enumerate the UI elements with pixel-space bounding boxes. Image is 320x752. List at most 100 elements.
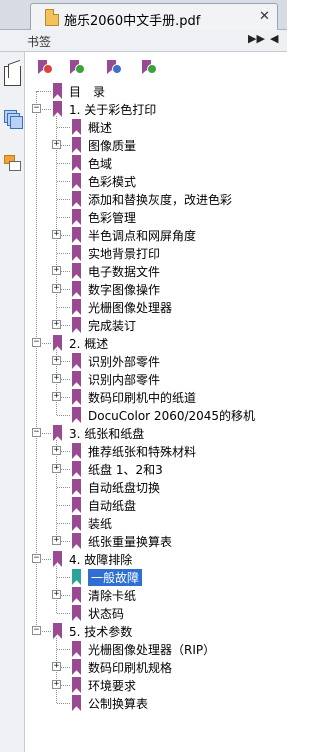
expand-node-icon[interactable]: + bbox=[52, 140, 61, 149]
bookmark-item[interactable]: 一般故障 bbox=[25, 568, 287, 586]
bookmark-item[interactable]: + 完成装订 bbox=[25, 316, 287, 334]
bookmark-label[interactable]: 识别内部零件 bbox=[88, 371, 160, 388]
bookmark-item[interactable]: 状态码 bbox=[25, 604, 287, 622]
bookmark-item[interactable]: − 3. 纸张和纸盘 bbox=[25, 424, 287, 442]
delete-bookmark-icon[interactable] bbox=[38, 60, 54, 76]
bookmark-label[interactable]: 目 录 bbox=[69, 83, 105, 100]
bookmark-item[interactable]: + 纸盘 1、2和3 bbox=[25, 460, 287, 478]
expand-panel-icon[interactable]: ▶▶ bbox=[248, 32, 265, 45]
expand-node-icon[interactable]: + bbox=[52, 446, 61, 455]
bookmark-label[interactable]: 纸张重量换算表 bbox=[88, 533, 172, 550]
bookmark-label[interactable]: 完成装订 bbox=[88, 317, 136, 334]
bookmark-label[interactable]: 自动纸盘切换 bbox=[88, 479, 160, 496]
close-tab-icon[interactable]: ✕ bbox=[259, 9, 270, 24]
bookmark-label[interactable]: 图像质量 bbox=[88, 137, 136, 154]
bookmark-item[interactable]: 自动纸盘切换 bbox=[25, 478, 287, 496]
bookmark-item[interactable]: 概述 bbox=[25, 118, 287, 136]
bookmark-item[interactable]: + 电子数据文件 bbox=[25, 262, 287, 280]
collapse-node-icon[interactable]: − bbox=[32, 626, 41, 635]
bookmark-item[interactable]: + 半色调点和网屏角度 bbox=[25, 226, 287, 244]
bookmark-item[interactable]: 色域 bbox=[25, 154, 287, 172]
bookmark-item[interactable]: + 数码印刷机规格 bbox=[25, 658, 287, 676]
bookmark-label[interactable]: 实地背景打印 bbox=[88, 245, 160, 262]
bookmark-label[interactable]: 识别外部零件 bbox=[88, 353, 160, 370]
bookmark-item[interactable]: + 数码印刷机中的纸道 bbox=[25, 388, 287, 406]
bookmark-item[interactable]: − 4. 故障排除 bbox=[25, 550, 287, 568]
bookmark-label[interactable]: 添加和替换灰度，改进色彩 bbox=[88, 191, 232, 208]
bookmark-item[interactable]: − 1. 关于彩色打印 bbox=[25, 100, 287, 118]
expand-node-icon[interactable]: + bbox=[52, 590, 61, 599]
bookmark-label[interactable]: 状态码 bbox=[88, 605, 124, 622]
bookmark-label[interactable]: 纸盘 1、2和3 bbox=[88, 461, 163, 478]
bookmark-item[interactable]: 色彩管理 bbox=[25, 208, 287, 226]
bookmark-item[interactable]: 光栅图像处理器 bbox=[25, 298, 287, 316]
bookmark-label[interactable]: 色彩模式 bbox=[88, 173, 136, 190]
bookmark-item[interactable]: + 识别内部零件 bbox=[25, 370, 287, 388]
bookmark-label[interactable]: 4. 故障排除 bbox=[69, 551, 132, 568]
bookmark-label[interactable]: 光栅图像处理器（RIP） bbox=[88, 641, 215, 658]
expand-node-icon[interactable]: + bbox=[52, 356, 61, 365]
bookmark-item[interactable]: 目 录 bbox=[25, 82, 287, 100]
bookmark-item[interactable]: + 推荐纸张和特殊材料 bbox=[25, 442, 287, 460]
bookmark-label[interactable]: 数码印刷机规格 bbox=[88, 659, 172, 676]
expand-node-icon[interactable]: + bbox=[52, 230, 61, 239]
bookmark-label[interactable]: 装纸 bbox=[88, 515, 112, 532]
bookmark-label[interactable]: 3. 纸张和纸盘 bbox=[69, 425, 144, 442]
bookmark-label[interactable]: 电子数据文件 bbox=[88, 263, 160, 280]
bookmark-label[interactable]: 色域 bbox=[88, 155, 112, 172]
bookmark-item[interactable]: DocuColor 2060/2045的移机 bbox=[25, 406, 287, 424]
bookmark-label[interactable]: 公制换算表 bbox=[88, 695, 148, 712]
bookmark-label[interactable]: 光栅图像处理器 bbox=[88, 299, 172, 316]
bookmark-item[interactable]: 装纸 bbox=[25, 514, 287, 532]
collapse-node-icon[interactable]: − bbox=[32, 338, 41, 347]
bookmark-label[interactable]: DocuColor 2060/2045的移机 bbox=[88, 407, 255, 424]
bookmark-label[interactable]: 色彩管理 bbox=[88, 209, 136, 226]
document-tab[interactable]: 施乐2060中文手册.pdf ✕ bbox=[30, 3, 278, 30]
expand-node-icon[interactable]: + bbox=[52, 320, 61, 329]
collapse-node-icon[interactable]: − bbox=[32, 104, 41, 113]
bookmark-label[interactable]: 数码印刷机中的纸道 bbox=[88, 389, 196, 406]
bookmark-item[interactable]: + 图像质量 bbox=[25, 136, 287, 154]
bookmark-label[interactable]: 概述 bbox=[88, 119, 112, 136]
bookmark-label[interactable]: 2. 概述 bbox=[69, 335, 108, 352]
collapse-panel-icon[interactable]: ◀ bbox=[270, 32, 278, 45]
bookmark-item[interactable]: 公制换算表 bbox=[25, 694, 287, 712]
move-bookmark-icon[interactable] bbox=[107, 60, 123, 76]
bookmark-item[interactable]: 实地背景打印 bbox=[25, 244, 287, 262]
bookmark-label[interactable]: 5. 技术参数 bbox=[69, 623, 132, 640]
bookmark-item[interactable]: + 清除卡纸 bbox=[25, 586, 287, 604]
layers-icon[interactable] bbox=[4, 110, 23, 130]
expand-node-icon[interactable]: + bbox=[52, 464, 61, 473]
expand-node-icon[interactable]: + bbox=[52, 680, 61, 689]
expand-node-icon[interactable]: + bbox=[52, 284, 61, 293]
bookmark-label[interactable]: 清除卡纸 bbox=[88, 587, 136, 604]
bookmark-item[interactable]: + 数字图像操作 bbox=[25, 280, 287, 298]
collapse-node-icon[interactable]: − bbox=[32, 428, 41, 437]
bookmark-item[interactable]: − 2. 概述 bbox=[25, 334, 287, 352]
bookmark-item[interactable]: + 环境要求 bbox=[25, 676, 287, 694]
expand-node-icon[interactable]: + bbox=[52, 662, 61, 671]
bookmark-label[interactable]: 1. 关于彩色打印 bbox=[69, 101, 156, 118]
comments-icon[interactable] bbox=[4, 155, 21, 175]
pages-icon[interactable] bbox=[4, 66, 21, 86]
expand-node-icon[interactable]: + bbox=[52, 266, 61, 275]
bookmark-item[interactable]: 添加和替换灰度，改进色彩 bbox=[25, 190, 287, 208]
collapse-node-icon[interactable]: − bbox=[32, 554, 41, 563]
bookmark-item[interactable]: 自动纸盘 bbox=[25, 496, 287, 514]
bookmark-item[interactable]: + 纸张重量换算表 bbox=[25, 532, 287, 550]
bookmark-label[interactable]: 推荐纸张和特殊材料 bbox=[88, 443, 196, 460]
bookmark-item[interactable]: + 识别外部零件 bbox=[25, 352, 287, 370]
bookmark-label[interactable]: 数字图像操作 bbox=[88, 281, 160, 298]
bookmark-label[interactable]: 一般故障 bbox=[88, 569, 143, 586]
expand-node-icon[interactable]: + bbox=[52, 536, 61, 545]
bookmark-label[interactable]: 环境要求 bbox=[88, 677, 136, 694]
bookmark-label[interactable]: 半色调点和网屏角度 bbox=[88, 227, 196, 244]
expand-bookmark-icon[interactable] bbox=[142, 60, 158, 76]
add-bookmark-icon[interactable] bbox=[70, 60, 86, 76]
expand-node-icon[interactable]: + bbox=[52, 374, 61, 383]
bookmark-item[interactable]: 光栅图像处理器（RIP） bbox=[25, 640, 287, 658]
bookmark-item[interactable]: 色彩模式 bbox=[25, 172, 287, 190]
bookmark-label[interactable]: 自动纸盘 bbox=[88, 497, 136, 514]
bookmark-item[interactable]: − 5. 技术参数 bbox=[25, 622, 287, 640]
document-tab-title[interactable]: 施乐2060中文手册.pdf bbox=[64, 10, 200, 29]
